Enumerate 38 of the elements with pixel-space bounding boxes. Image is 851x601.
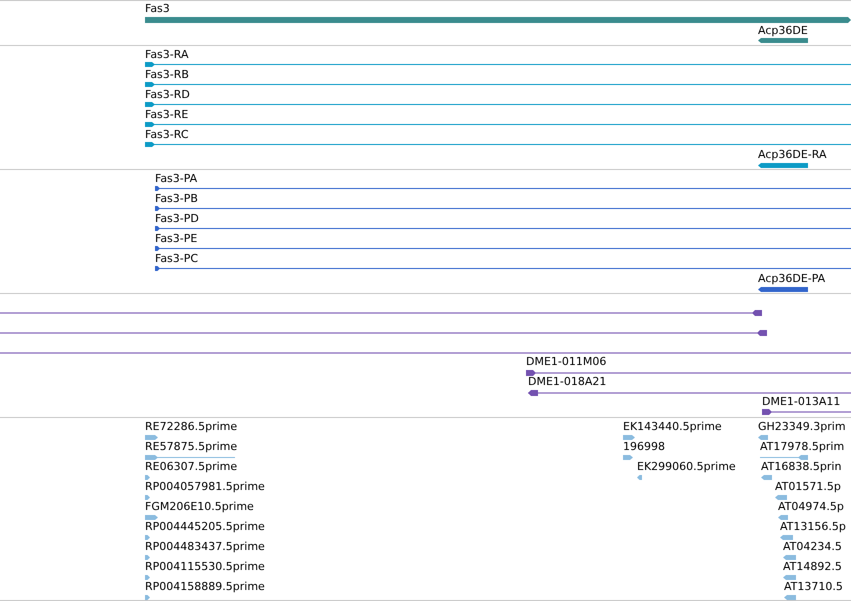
- feature-label[interactable]: AT13156.5p: [780, 520, 846, 534]
- feature-label[interactable]: RP004158889.5prime: [145, 580, 265, 594]
- feature-label[interactable]: AT14892.5: [783, 560, 842, 574]
- feature-label[interactable]: Fas3-RB: [145, 68, 189, 82]
- feature-label[interactable]: Fas3-PC: [155, 252, 198, 266]
- feature-label[interactable]: AT01571.5p: [775, 480, 841, 494]
- feature-label[interactable]: Fas3-PD: [155, 212, 199, 226]
- feature-label[interactable]: Fas3-RD: [145, 88, 190, 102]
- feature-label[interactable]: Fas3-PB: [155, 192, 198, 206]
- feature-label[interactable]: Fas3: [145, 2, 170, 16]
- feature-label[interactable]: 196998: [623, 440, 665, 454]
- feature-label[interactable]: FGM206E10.5prime: [145, 500, 254, 514]
- feature-label[interactable]: EK143440.5prime: [623, 420, 722, 434]
- feature-label[interactable]: Fas3-RC: [145, 128, 189, 142]
- feature-label[interactable]: AT17978.5prim: [760, 440, 844, 454]
- feature-label[interactable]: AT04974.5p: [778, 500, 844, 514]
- feature-label[interactable]: RP004483437.5prime: [145, 540, 265, 554]
- feature-label[interactable]: Fas3-RA: [145, 48, 188, 62]
- feature-label[interactable]: DME1-011M06: [526, 355, 606, 369]
- feature-label[interactable]: DME1-013A11: [762, 395, 840, 409]
- feature-label[interactable]: RP004115530.5prime: [145, 560, 265, 574]
- feature-label[interactable]: AT04234.5: [783, 540, 842, 554]
- feature-label[interactable]: Acp36DE-PA: [758, 272, 826, 286]
- feature-label[interactable]: RP004445205.5prime: [145, 520, 265, 534]
- feature-label[interactable]: RE06307.5prime: [145, 460, 238, 474]
- feature-label[interactable]: RE72286.5prime: [145, 420, 238, 434]
- feature-label[interactable]: EK299060.5prime: [637, 460, 736, 474]
- feature-label[interactable]: GH23349.3prim: [758, 420, 846, 434]
- feature-label[interactable]: Acp36DE: [758, 24, 808, 38]
- feature-label[interactable]: RP004057981.5prime: [145, 480, 265, 494]
- feature-label[interactable]: AT16838.5prin: [761, 460, 842, 474]
- feature-label[interactable]: Fas3-RE: [145, 108, 188, 122]
- feature-label[interactable]: RE57875.5prime: [145, 440, 238, 454]
- feature-label[interactable]: DME1-018A21: [528, 375, 606, 389]
- feature-label[interactable]: Fas3-PA: [155, 172, 198, 186]
- feature-label[interactable]: AT13710.5: [784, 580, 843, 594]
- feature-label[interactable]: Fas3-PE: [155, 232, 198, 246]
- feature-label[interactable]: Acp36DE-RA: [758, 148, 826, 162]
